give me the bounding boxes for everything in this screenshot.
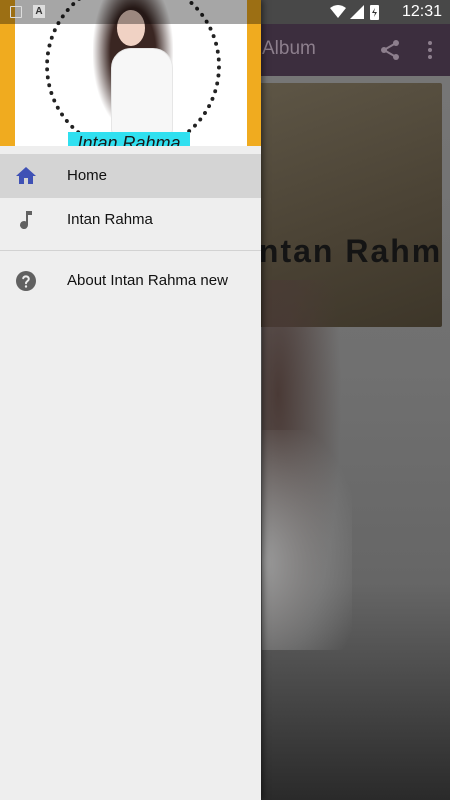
artist-body (111, 48, 173, 134)
signal-icon (350, 5, 364, 19)
home-icon (16, 167, 36, 184)
drawer-item-label: About Intan Rahma new (67, 272, 228, 289)
help-icon (16, 271, 36, 291)
wifi-icon (330, 5, 346, 18)
status-time: 12:31 (401, 3, 442, 20)
music-note-icon (20, 211, 32, 230)
image-notification-icon (10, 6, 22, 18)
drawer-item-about[interactable]: About Intan Rahma new (0, 259, 261, 303)
drawer-item-label: Intan Rahma (67, 211, 153, 228)
app-notification-icon: A (33, 5, 45, 18)
overflow-menu-icon[interactable] (420, 38, 440, 62)
background-photo-shoulder (262, 430, 352, 650)
status-bar: A 12:31 (0, 0, 450, 24)
drawer-item-intan-rahma[interactable]: Intan Rahma (0, 198, 261, 242)
share-icon[interactable] (378, 38, 402, 62)
banner-text: Intan Rahma (248, 233, 442, 269)
drawer-divider (0, 250, 261, 251)
drawer-item-home[interactable]: Home (0, 154, 261, 198)
navigation-drawer: Intan Rahma Home Intan Rahma About Intan… (0, 0, 261, 800)
status-icons (330, 5, 379, 20)
app-title: Album (262, 38, 316, 59)
header-artist-name: Intan Rahma (68, 132, 190, 146)
drawer-item-label: Home (67, 167, 108, 184)
